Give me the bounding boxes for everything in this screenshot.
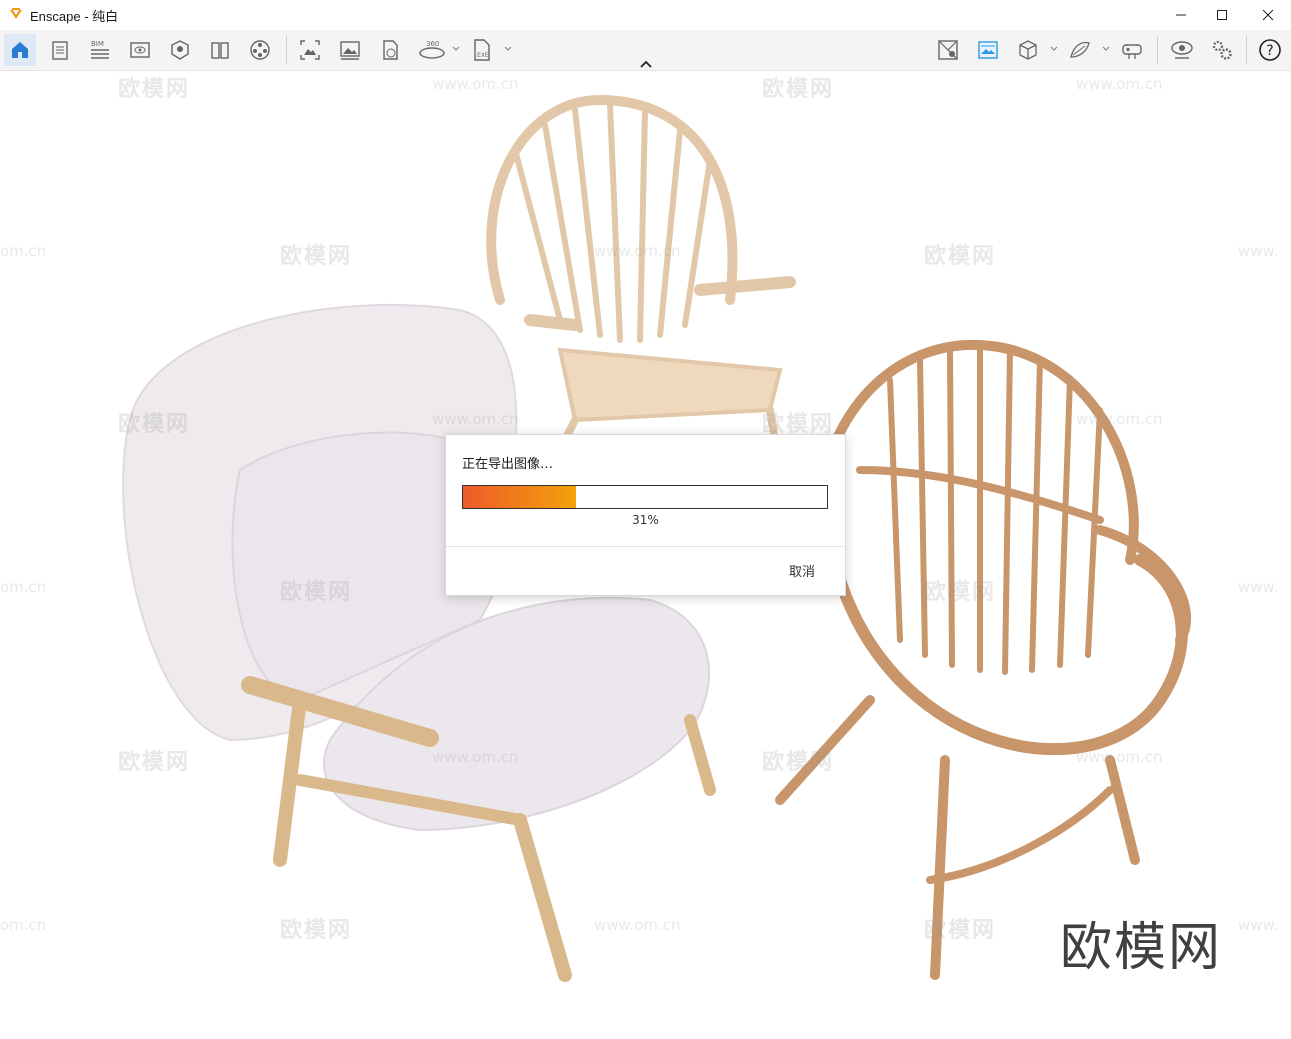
render-mode-icon: [1070, 41, 1090, 58]
material-editor-button[interactable]: [204, 34, 236, 66]
render-mode-button[interactable]: [1064, 34, 1096, 66]
enscape-logo-icon: [10, 8, 22, 19]
brand-watermark: 欧模网: [1060, 918, 1223, 978]
watermark-logo: 欧模网: [924, 918, 997, 943]
progress-fill: [463, 486, 576, 508]
export-panorama-icon: 360: [419, 40, 445, 59]
home-button[interactable]: [4, 34, 36, 66]
close-button[interactable]: [1245, 0, 1291, 30]
export-exe-icon: EXE: [474, 39, 490, 61]
batch-render-button[interactable]: [334, 34, 366, 66]
watermark-url: www.om.cn: [594, 916, 681, 934]
dialog-title: 正在导出图像…: [462, 457, 554, 472]
document-settings-icon: [52, 41, 68, 60]
material-editor-icon: [211, 42, 229, 59]
maximize-button[interactable]: [1199, 0, 1245, 30]
watermark-logo: 欧模网: [118, 412, 191, 437]
svg-text:360: 360: [426, 40, 439, 48]
watermark-url: www.om.cn: [432, 410, 519, 428]
svg-text:EXE: EXE: [477, 52, 489, 59]
asset-library-icon: [171, 40, 189, 60]
panorama-dropdown-chevron-icon[interactable]: [451, 44, 461, 54]
dialog-divider: [446, 546, 845, 547]
export-web-button[interactable]: [374, 34, 406, 66]
window-title: Enscape - 纯白: [30, 9, 119, 24]
screenshot-button[interactable]: [294, 34, 326, 66]
general-settings-icon: [1212, 40, 1232, 60]
svg-text:BIM: BIM: [91, 40, 104, 48]
watermark-url: www.: [1238, 578, 1279, 596]
view-management-icon: [130, 42, 150, 58]
maximize-icon: [1217, 10, 1227, 20]
toolbar-separator: [1157, 36, 1158, 64]
watermark-logo: 欧模网: [924, 244, 997, 269]
export-panorama-button[interactable]: 360: [414, 34, 450, 66]
cube-view-icon: [1019, 40, 1037, 60]
view-management-button[interactable]: [124, 34, 156, 66]
bim-icon: BIM: [91, 40, 109, 59]
close-icon: [1262, 9, 1274, 21]
visual-settings-icon: [1171, 41, 1193, 59]
vr-headset-icon: [1122, 44, 1142, 59]
collapse-toolbar-chevron-icon[interactable]: [638, 59, 654, 69]
sync-views-button[interactable]: [932, 34, 964, 66]
watermark-url: www.om.cn: [432, 75, 519, 93]
document-settings-button[interactable]: [44, 34, 76, 66]
image-settings-icon: [978, 41, 998, 59]
asset-library-button[interactable]: [164, 34, 196, 66]
export-dropdown-chevron-icon[interactable]: [503, 44, 513, 54]
help-icon: ?: [1259, 39, 1281, 61]
watermark-logo: 欧模网: [280, 244, 353, 269]
watermark-logo: 欧模网: [280, 918, 353, 943]
home-icon: [12, 42, 28, 58]
watermark-url: www.: [1238, 242, 1279, 260]
peacock-chair-image: [486, 94, 796, 444]
export-web-icon: [383, 40, 398, 60]
watermark-logo: 欧模网: [924, 580, 997, 605]
general-settings-button[interactable]: [1206, 34, 1238, 66]
toolbar-separator: [1246, 36, 1247, 64]
minimize-button[interactable]: [1158, 0, 1204, 30]
watermark-url: www.om.cn: [594, 242, 681, 260]
bim-button[interactable]: BIM: [84, 34, 116, 66]
batch-render-icon: [340, 41, 360, 60]
video-editor-button[interactable]: [244, 34, 276, 66]
watermark-url: www.om.cn: [1076, 748, 1163, 766]
cube-view-button[interactable]: [1012, 34, 1044, 66]
watermark-logo: 欧模网: [118, 77, 191, 102]
watermark-logo: 欧模网: [280, 580, 353, 605]
watermark-url: om.cn: [0, 242, 47, 260]
watermark-url: www.om.cn: [432, 748, 519, 766]
video-editor-icon: [250, 40, 270, 60]
vr-headset-button[interactable]: [1116, 34, 1148, 66]
export-progress-dialog: 正在导出图像… 31% 取消: [445, 434, 846, 596]
watermark-url: www.om.cn: [1076, 410, 1163, 428]
watermark-url: om.cn: [0, 916, 47, 934]
svg-text:?: ?: [1266, 43, 1273, 59]
progress-percent: 31%: [632, 513, 659, 527]
screenshot-icon: [300, 40, 320, 60]
cancel-button[interactable]: 取消: [789, 561, 815, 580]
watermark-url: om.cn: [0, 578, 47, 596]
sync-views-icon: [938, 40, 958, 60]
watermark-logo: 欧模网: [762, 77, 835, 102]
export-exe-button[interactable]: EXE: [466, 34, 498, 66]
watermark-url: www.om.cn: [1076, 75, 1163, 93]
watermark-url: www.: [1238, 916, 1279, 934]
render-mode-dropdown-chevron-icon[interactable]: [1101, 44, 1111, 54]
watermark-logo: 欧模网: [762, 750, 835, 775]
export-progress-bar: [462, 485, 828, 509]
toolbar-separator: [286, 36, 287, 64]
minimize-icon: [1176, 14, 1186, 16]
title-bar: Enscape - 纯白: [0, 0, 1291, 30]
help-button[interactable]: ?: [1254, 34, 1286, 66]
watermark-logo: 欧模网: [118, 750, 191, 775]
cube-dropdown-chevron-icon[interactable]: [1049, 44, 1059, 54]
visual-settings-button[interactable]: [1166, 34, 1198, 66]
image-settings-button[interactable]: [972, 34, 1004, 66]
